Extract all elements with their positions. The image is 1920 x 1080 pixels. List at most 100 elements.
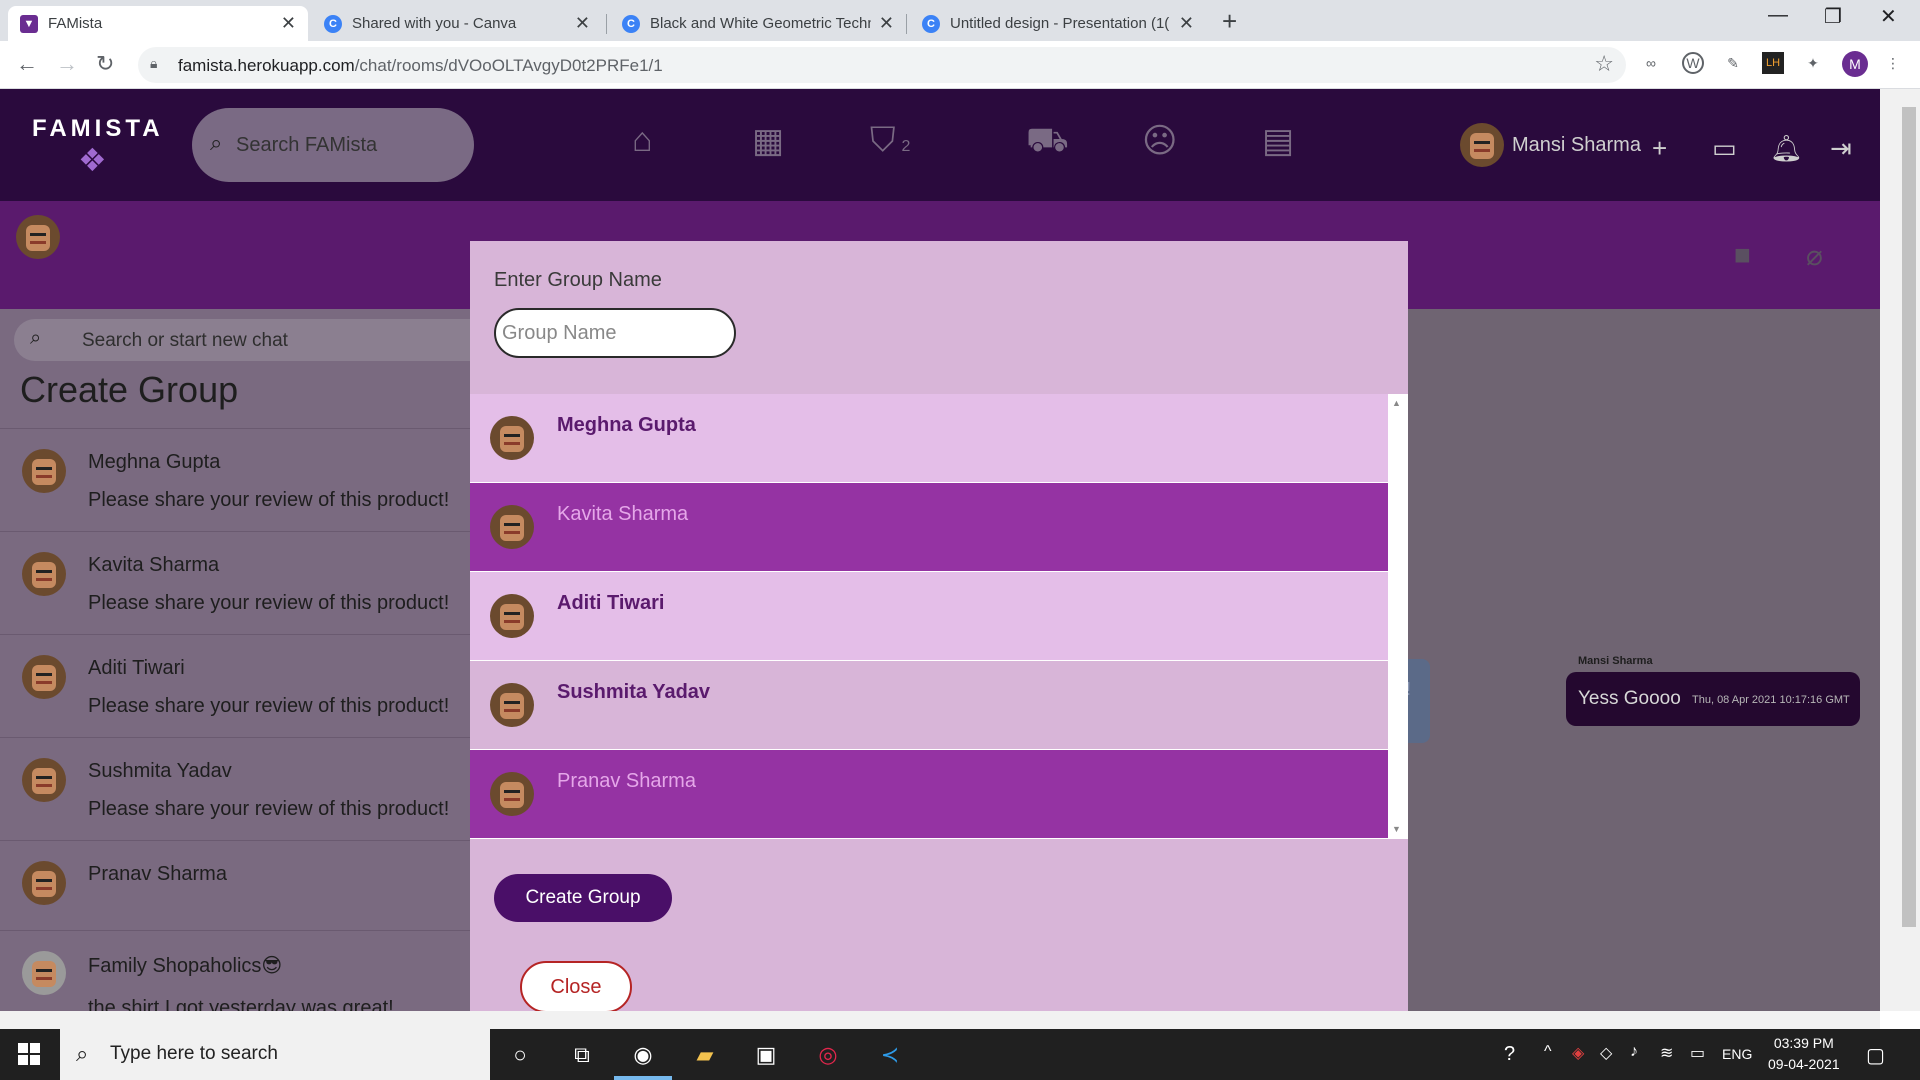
contact-avatar [22,758,66,802]
bookmark-star-icon[interactable]: ☆ [1594,51,1614,77]
restore-icon[interactable]: ❐ [1824,4,1842,29]
chat-last-message: Please share your review of this product… [88,592,450,614]
web-page: FAMISTA ❖ ⌕ Search FAMista ⌂ ▦ ⛉ 2 ⛟ ☹ ▤ … [0,89,1880,1011]
address-bar[interactable]: 🔒︎ famista.herokuapp.com/chat/rooms/dVOo… [138,47,1626,83]
member-name: Aditi Tiwari [557,592,665,614]
scroll-up-arrow-icon[interactable]: ▲ [1392,398,1401,408]
browser-toolbar: ← → ↻ 🔒︎ famista.herokuapp.com/chat/room… [0,41,1920,89]
member-name: Kavita Sharma [557,503,689,525]
extensions-puzzle-icon[interactable]: ✦ [1802,52,1824,74]
tab-close-icon[interactable]: ✕ [879,13,894,34]
wordpress-extension-icon[interactable]: W [1682,52,1704,74]
new-tab-plus-icon[interactable]: + [1222,6,1237,37]
minimize-icon[interactable]: — [1768,4,1788,27]
close-button[interactable]: Close [520,961,632,1011]
logout-icon[interactable]: ⇥ [1830,133,1852,164]
file-explorer-icon[interactable]: ▰ [689,1039,721,1071]
member-row[interactable]: Aditi Tiwari [470,572,1388,660]
message-sender: Mansi Sharma [1578,655,1653,667]
page-vertical-scrollbar[interactable] [1880,89,1920,1011]
bell-icon[interactable]: 🔔︎ [1770,133,1803,164]
reload-icon[interactable]: ↻ [96,51,114,77]
member-row[interactable]: Pranav Sharma [470,750,1388,838]
wifi-icon[interactable]: ≋ [1660,1043,1673,1063]
task-view-icon[interactable]: ⧉ [566,1039,598,1071]
contact-avatar [22,552,66,596]
search-icon: ⌕ [76,1041,89,1066]
extension-glasses-icon[interactable]: ∞ [1640,52,1662,74]
language-indicator[interactable]: ENG [1722,1046,1752,1062]
member-row[interactable]: Kavita Sharma [470,483,1388,571]
video-call-icon[interactable]: ■ [1734,239,1751,271]
clipboard-icon[interactable]: ▤ [1262,121,1294,161]
browser-tab-strip: ▼ FAMista ✕ C Shared with you - Canva ✕ … [0,0,1920,41]
group-avatar-icon [22,951,66,995]
member-list-scrollbar[interactable]: ▲ ▼ [1388,394,1408,839]
dropbox-icon[interactable]: ◇ [1600,1043,1612,1063]
browser-menu-icon[interactable]: ⋮ [1882,52,1904,74]
face-icon[interactable]: ☹ [1142,121,1177,161]
page-horizontal-scrollbar[interactable] [0,1011,1880,1029]
member-name: Meghna Gupta [557,414,696,436]
user-profile[interactable]: Mansi Sharma [1460,123,1641,167]
volume-icon[interactable]: ♪ [1630,1043,1638,1061]
app-header: FAMISTA ❖ ⌕ Search FAMista ⌂ ▦ ⛉ 2 ⛟ ☹ ▤ … [0,89,1880,201]
scroll-down-arrow-icon[interactable]: ▼ [1392,824,1401,834]
tab-famista[interactable]: ▼ FAMista ✕ [8,6,308,41]
windows-start-icon[interactable] [18,1043,40,1065]
chat-search-box[interactable]: ⌕ Search or start new chat [14,319,534,361]
forward-arrow-icon[interactable]: → [56,51,78,77]
taskbar-search-box[interactable]: ⌕ Type here to search [60,1029,490,1080]
cart-icon[interactable]: ⛟ [1026,121,1069,165]
cortana-icon[interactable]: ○ [504,1039,536,1071]
chat-contact-name: Meghna Gupta [88,451,221,473]
add-icon[interactable]: + [1652,133,1667,164]
chrome-icon[interactable]: ◉ [627,1039,659,1071]
basket-icon[interactable]: ⛉ 2 [870,121,910,160]
windows-taskbar: ⌕ Type here to search ○ ⧉ ◉ ▰ ▣ ◎ ≺ ? ^ … [0,1029,1920,1080]
battery-icon[interactable]: ▭ [1690,1043,1705,1063]
tab-canva-shared[interactable]: C Shared with you - Canva ✕ [312,6,602,41]
tab-close-icon[interactable]: ✕ [281,13,296,34]
home-icon[interactable]: ⌂ [632,121,653,160]
member-avatar [490,594,534,638]
member-row[interactable]: Meghna Gupta [470,394,1388,482]
tab-canva-geometric[interactable]: C Black and White Geometric Techn ✕ [610,6,906,41]
mcafee-icon[interactable]: ◈ [1572,1043,1584,1063]
chat-last-message: Please share your review of this product… [88,489,450,511]
profile-avatar[interactable]: M [1842,51,1868,77]
tab-close-icon[interactable]: ✕ [1179,13,1194,34]
famista-logo[interactable]: FAMISTA [32,115,164,143]
app-search-box[interactable]: ⌕ Search FAMista [192,108,474,182]
tab-title: Black and White Geometric Techn [650,15,871,32]
current-user-avatar[interactable] [16,215,60,259]
tab-separator [906,14,907,34]
app-search-placeholder: Search FAMista [236,134,378,156]
clock-time: 03:39 PM [1773,1035,1834,1051]
tab-close-icon[interactable]: ✕ [575,13,590,34]
color-picker-extension-icon[interactable]: ✎ [1722,52,1744,74]
notification-center-icon[interactable]: ▢ [1866,1043,1885,1068]
create-group-button[interactable]: Create Group [494,874,672,922]
debian-app-icon[interactable]: ◎ [812,1039,844,1071]
famista-favicon-icon: ▼ [20,14,38,33]
page-scroll-thumb[interactable] [1902,107,1916,927]
chat-icon[interactable]: ▭ [1712,133,1737,164]
vscode-icon[interactable]: ≺ [874,1039,906,1071]
lock-icon: 🔒︎ [150,55,158,71]
create-group-title[interactable]: Create Group [20,369,238,411]
back-arrow-icon[interactable]: ← [16,51,38,77]
tab-canva-presentation[interactable]: C Untitled design - Presentation (1( ✕ [910,6,1206,41]
help-icon[interactable]: ? [1504,1043,1515,1066]
member-row[interactable]: Sushmita Yadav [470,661,1388,749]
lighthouse-extension-icon[interactable]: LH [1762,52,1784,74]
store-icon[interactable]: ▦ [752,121,784,161]
microsoft-store-icon[interactable]: ▣ [750,1039,782,1071]
show-hidden-icons-icon[interactable]: ^ [1544,1043,1552,1061]
chat-contact-name: Sushmita Yadav [88,760,232,782]
group-name-input[interactable] [494,308,736,358]
chat-last-message: Please share your review of this product… [88,695,450,717]
system-clock[interactable]: 03:39 PM 09-04-2021 [1768,1033,1840,1075]
attachment-icon[interactable]: ⌀ [1806,239,1823,272]
window-close-icon[interactable]: ✕ [1880,4,1897,29]
